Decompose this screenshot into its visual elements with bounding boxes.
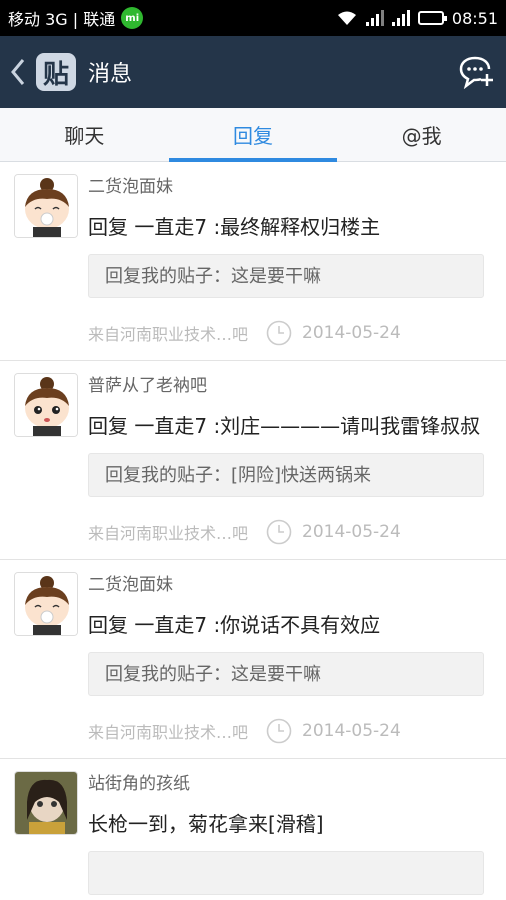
clock-icon [266,519,292,545]
new-message-button[interactable] [456,52,496,92]
cartoon-girl-avatar-icon [15,374,77,436]
cartoon-girl-avatar-icon [15,175,77,237]
chat-add-icon [459,56,493,89]
source-forum[interactable]: 来自河南职业技术…吧 [88,719,248,743]
list-item[interactable]: 二货泡面妹 回复 一直走7 :你说话不具有效应 回复我的贴子：这是要干嘛 来自河… [0,560,506,759]
signal-icon-2 [391,10,410,26]
avatar[interactable] [14,174,78,238]
reply-text: 回复 一直走7 :最终解释权归楼主 [88,215,381,239]
signal-icon-1 [365,10,384,26]
mi-icon: mi [121,7,144,29]
title-bar: 贴 消息 [0,36,506,108]
reply-text: 回复 一直走7 :你说话不具有效应 [88,613,381,637]
cartoon-girl-avatar-icon [15,573,77,635]
post-date: 2014-05-24 [302,323,401,343]
quoted-post[interactable]: 回复我的贴子：这是要干嘛 [88,652,484,696]
carrier-text: 移动 3G | 联通 [8,10,116,29]
clock-icon [266,320,292,346]
source-forum[interactable]: 来自河南职业技术…吧 [88,321,248,345]
tab-mention[interactable]: @我 [337,108,506,161]
chevron-left-icon [11,59,25,85]
app-logo: 贴 [36,53,76,91]
username[interactable]: 站街角的孩纸 [88,771,484,797]
back-button[interactable] [10,56,32,88]
list-item[interactable]: 二货泡面妹 回复 一直走7 :最终解释权归楼主 回复我的贴子：这是要干嘛 来自河… [0,162,506,361]
battery-icon [417,11,447,25]
avatar[interactable] [14,771,78,835]
source-forum[interactable]: 来自河南职业技术…吧 [88,520,248,544]
username[interactable]: 二货泡面妹 [88,572,484,598]
tab-chat[interactable]: 聊天 [0,108,169,161]
avatar[interactable] [14,373,78,437]
quoted-post[interactable]: 回复我的贴子：这是要干嘛 [88,254,484,298]
clock-time: 08:51 [451,8,498,28]
doll-photo-avatar-icon [15,772,77,834]
list-item[interactable]: 站街角的孩纸 长枪一到，菊花拿来[滑稽] [0,759,506,900]
tab-reply[interactable]: 回复 [168,108,338,162]
wifi-icon [337,11,356,25]
reply-list: 二货泡面妹 回复 一直走7 :最终解释权归楼主 回复我的贴子：这是要干嘛 来自河… [0,162,506,900]
post-date: 2014-05-24 [302,721,401,741]
avatar[interactable] [14,572,78,636]
quoted-post[interactable]: 回复我的贴子：[阴险]快送两锅来 [88,453,484,497]
clock-icon [266,718,292,744]
page-title: 消息 [88,62,133,87]
tab-bar: 聊天 回复 @我 [0,108,506,162]
status-bar: 移动 3G | 联通 mi 08:51 [0,0,506,36]
reply-text: 回复 一直走7 :刘庄————请叫我雷锋叔叔 [88,414,481,438]
post-date: 2014-05-24 [302,522,401,542]
quoted-post[interactable] [88,851,484,895]
reply-text: 长枪一到，菊花拿来[滑稽] [88,812,324,836]
username[interactable]: 普萨从了老衲吧 [88,373,484,399]
list-item[interactable]: 普萨从了老衲吧 回复 一直走7 :刘庄————请叫我雷锋叔叔 回复我的贴子：[阴… [0,361,506,560]
username[interactable]: 二货泡面妹 [88,174,484,200]
